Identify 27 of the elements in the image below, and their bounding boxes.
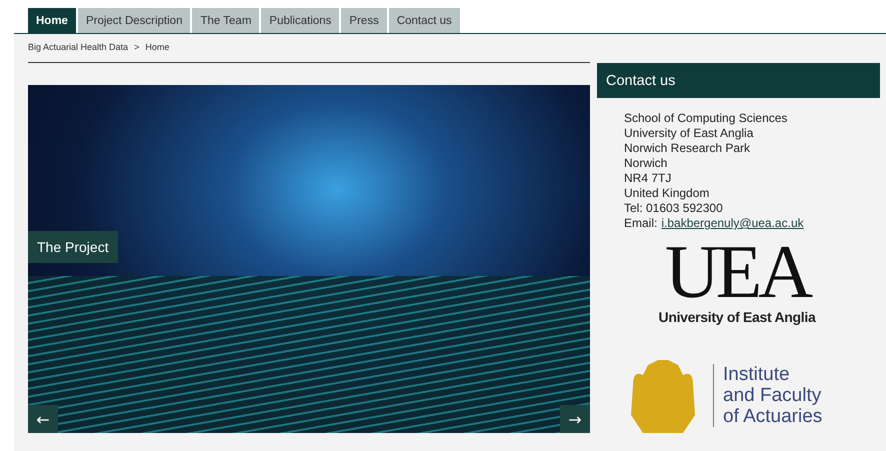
slide-caption: The Project — [28, 231, 118, 263]
logo-text-line: Institute — [723, 364, 791, 384]
nav-tab[interactable]: Publications — [261, 8, 340, 33]
address-line: Norwich — [624, 156, 668, 171]
address-line: NR4 7TJ — [624, 171, 672, 186]
address-line: University of East Anglia — [624, 126, 754, 141]
nav-tab[interactable]: Project Description — [78, 8, 190, 33]
logo-text-line: of Actuaries — [723, 406, 822, 426]
logo-caption: University of East Anglia — [658, 309, 816, 325]
address-line: Norwich Research Park — [624, 141, 752, 156]
nav-tab[interactable]: Contact us — [388, 8, 460, 33]
nav-tab[interactable]: Home — [28, 8, 76, 33]
sidebar-heading: Contact us — [597, 63, 880, 98]
breadcrumb-item[interactable]: Big Actuarial Health Data — [28, 42, 128, 52]
nav-tab[interactable]: Press — [341, 8, 387, 33]
address-line: United Kingdom — [624, 186, 710, 201]
previous-button[interactable]: ← — [28, 405, 58, 433]
next-button[interactable]: → — [560, 405, 590, 433]
address-line: Tel: 01603 592300 — [624, 201, 724, 216]
breadcrumb-item[interactable]: Home — [145, 42, 170, 52]
email-label-text: Email: — [624, 216, 658, 231]
logo-wordmark: UEA — [664, 235, 810, 309]
nav-tab[interactable]: The Team — [192, 8, 260, 33]
logo-text-line: and Faculty — [723, 384, 822, 406]
breadcrumb-item[interactable]: > — [134, 42, 140, 52]
email-link[interactable]: i.bakbergenuly@uea.ac.uk — [661, 216, 804, 231]
address-line: School of Computing Sciences — [624, 111, 788, 126]
